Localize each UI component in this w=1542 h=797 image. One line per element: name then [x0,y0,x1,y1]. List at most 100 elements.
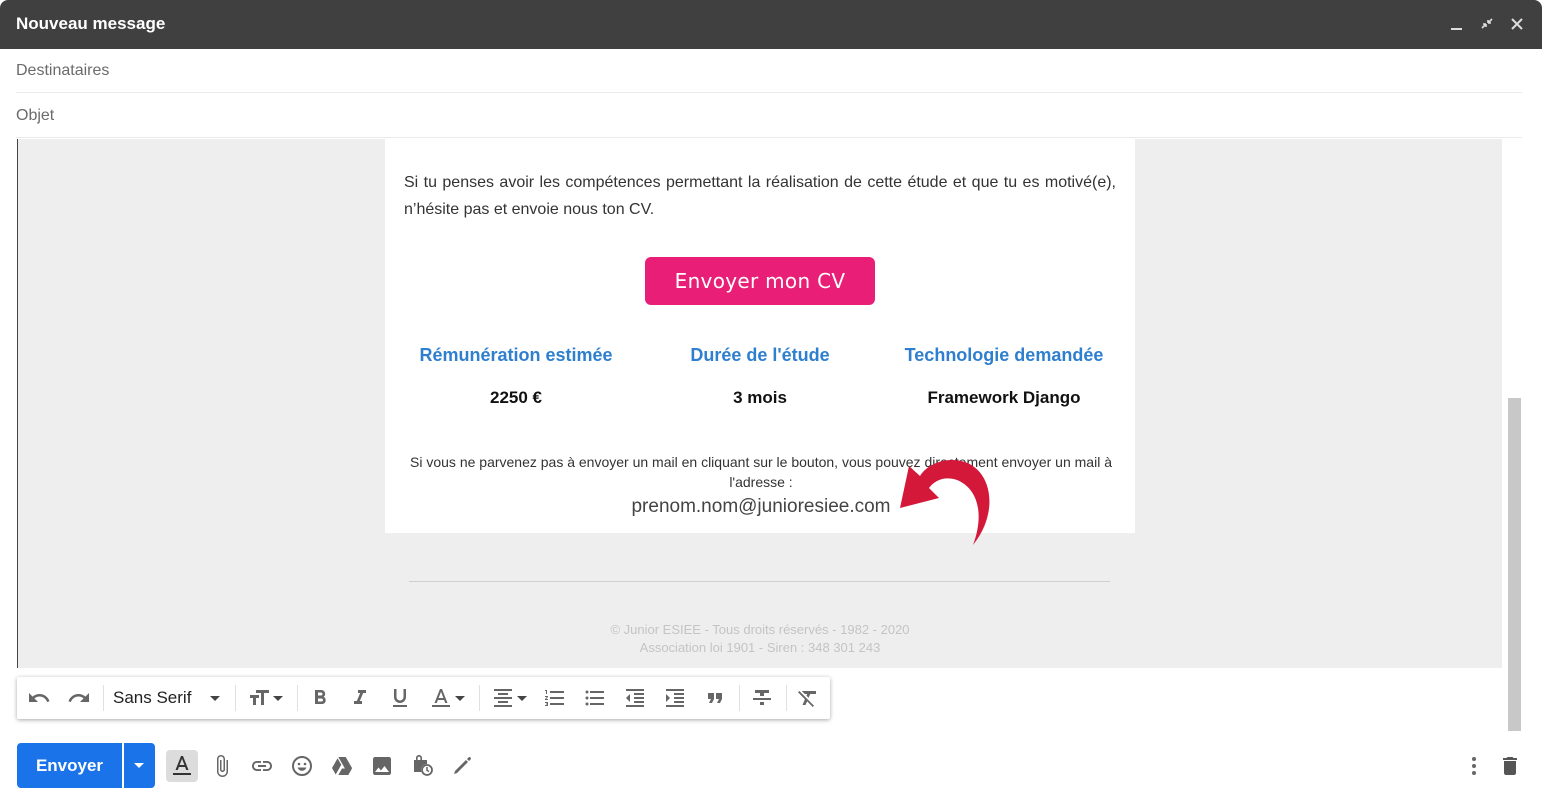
remove-formatting-icon [798,691,816,707]
underline-icon [393,689,407,707]
contact-email-address[interactable]: prenom.nom@junioresiee.com [405,496,1117,518]
text-size-button[interactable] [243,684,287,712]
signature-icon [454,757,471,774]
text-size-icon [250,690,269,705]
attach-icon [217,755,228,777]
quote-button[interactable] [701,684,729,712]
redo-icon [68,693,89,702]
link-icon [252,761,272,771]
send-cv-button[interactable]: Envoyer mon CV [645,257,875,305]
insert-link-button[interactable] [246,750,278,782]
recipients-input[interactable] [126,57,1506,85]
toolbar-separator [103,685,104,711]
insert-signature-button[interactable] [446,750,478,782]
recipients-field[interactable]: Destinataires [16,49,1522,93]
align-icon [494,689,512,707]
bulleted-list-icon [585,690,604,706]
confidential-icon [414,755,433,776]
drive-icon [332,757,352,775]
close-icon [1511,18,1523,30]
quote-icon [708,693,722,703]
toolbar-separator [297,685,298,711]
font-family-dropdown[interactable]: Sans Serif [113,684,231,712]
window-title: Nouveau message [16,14,166,33]
attach-files-button[interactable] [206,750,238,782]
insert-photo-button[interactable] [366,750,398,782]
toolbar-separator [235,685,236,711]
fallback-note: Si vous ne parvenez pas à envoyer un mai… [410,454,1112,490]
indent-less-button[interactable] [621,684,649,712]
salary-value: 2250 € [490,388,542,407]
formatting-options-icon [173,756,191,775]
formatting-options-button[interactable] [166,750,198,782]
chevron-down-icon [210,695,221,701]
technology-value: Framework Django [927,388,1081,407]
underline-button[interactable] [386,684,414,712]
bold-icon [315,690,326,704]
minimize-button[interactable] [1446,13,1468,35]
photo-icon [373,757,391,775]
italic-button[interactable] [346,684,374,712]
chevron-down-icon [134,763,144,768]
schedule-send-button[interactable] [124,743,155,788]
chevron-down-icon [273,695,283,701]
email-footer: © Junior ESIEE - Tous droits réservés - … [385,621,1135,657]
italic-icon [354,690,366,704]
toolbar-separator [479,685,480,711]
redo-button[interactable] [65,684,93,712]
email-paragraph: Si tu penses avoir les compétences perme… [404,174,1116,218]
curved-arrow-icon [900,459,990,545]
close-button[interactable] [1506,13,1528,35]
discard-draft-button[interactable] [1494,750,1526,782]
emoji-icon [292,756,312,776]
more-options-icon [1472,757,1476,775]
formatting-toolbar: Sans Serif [17,677,830,719]
more-options-button[interactable] [1458,750,1490,782]
undo-button[interactable] [25,684,53,712]
fullscreen-button[interactable] [1476,13,1498,35]
confidential-mode-button[interactable] [406,750,438,782]
undo-icon [29,693,50,702]
footer-copyright: © Junior ESIEE - Tous droits réservés - … [610,622,910,637]
toolbar-separator [786,685,787,711]
bulleted-list-button[interactable] [581,684,609,712]
minimize-icon [1451,28,1462,30]
info-column-duration: Durée de l'étude 3 mois [635,345,885,408]
technology-heading: Technologie demandée [904,345,1104,365]
insert-drive-button[interactable] [326,750,358,782]
send-button[interactable]: Envoyer [17,743,122,788]
info-column-technology: Technologie demandée Framework Django [879,345,1129,408]
numbered-list-button[interactable] [541,684,569,712]
trash-icon [1503,757,1517,775]
info-column-salary: Rémunération estimée 2250 € [391,345,641,408]
font-family-value: Sans Serif [113,688,192,707]
chevron-down-icon [455,695,465,701]
remove-formatting-button[interactable] [794,684,822,712]
salary-heading: Rémunération estimée [419,345,613,365]
insert-emoji-button[interactable] [286,750,318,782]
duration-heading: Durée de l'étude [690,345,830,365]
footer-divider [409,581,1110,582]
indent-less-icon [626,689,644,707]
bold-button[interactable] [306,684,334,712]
indent-more-button[interactable] [661,684,689,712]
subject-input[interactable] [126,102,1506,130]
strikethrough-icon [753,690,771,705]
numbered-list-icon [545,690,564,706]
subject-label: Objet [16,107,55,124]
align-button[interactable] [487,684,531,712]
indent-more-icon [666,689,684,707]
text-color-button[interactable] [424,684,470,712]
compose-window: Nouveau message Destinataires Objet Si t… [0,0,1542,797]
duration-value: 3 mois [733,388,787,407]
email-card: Si tu penses avoir les compétences perme… [385,139,1135,533]
recipients-label: Destinataires [16,62,110,79]
exit-fullscreen-icon [1481,18,1493,29]
body-scrollbar[interactable] [1508,398,1521,731]
strikethrough-button[interactable] [748,684,776,712]
subject-field[interactable]: Objet [16,94,1522,138]
chevron-down-icon [517,695,527,701]
message-body[interactable]: Si tu penses avoir les compétences perme… [17,139,1502,668]
compose-title-bar[interactable]: Nouveau message [0,0,1542,49]
footer-association: Association loi 1901 - Siren : 348 301 2… [639,640,881,655]
